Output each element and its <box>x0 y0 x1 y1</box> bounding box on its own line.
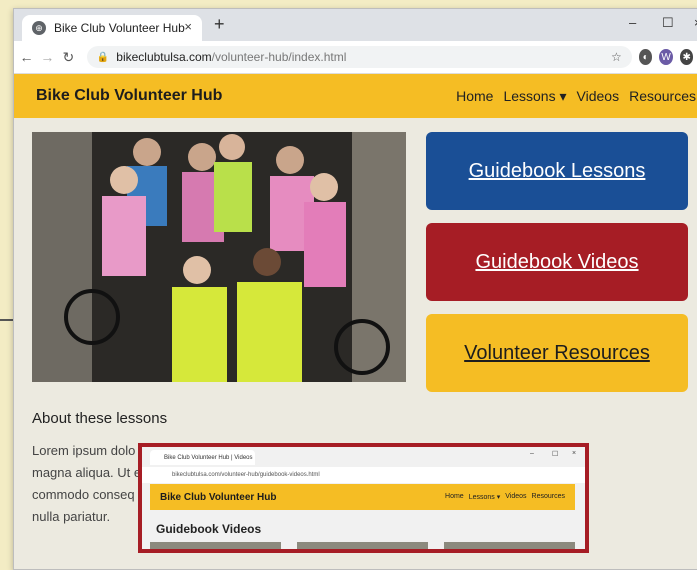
preview-nav-videos: Videos <box>505 493 527 500</box>
videos-page-preview: Bike Club Volunteer Hub | Videos – ☐ × b… <box>138 443 589 553</box>
about-heading: About these lessons <box>32 410 168 427</box>
preview-maximize-icon: ☐ <box>552 451 559 458</box>
reload-icon[interactable]: ↻ <box>60 49 77 66</box>
guidebook-lessons-button[interactable]: Guidebook Lessons <box>426 132 688 210</box>
forward-icon[interactable]: → <box>39 49 56 65</box>
preview-page-title: Guidebook Videos <box>156 522 262 536</box>
puzzle-extensions-icon[interactable]: ✱ <box>679 49 694 65</box>
nav-lessons-dropdown[interactable]: Lessons ▾ <box>503 88 566 105</box>
preview-tab: Bike Club Volunteer Hub | Videos <box>150 450 255 465</box>
back-icon[interactable]: ← <box>18 49 35 65</box>
site-brand[interactable]: Bike Club Volunteer Hub <box>36 87 222 105</box>
preview-navbar: Bike Club Volunteer Hub Home Lessons ▾ V… <box>150 484 575 510</box>
preview-brand: Bike Club Volunteer Hub <box>160 491 277 503</box>
url-path: /volunteer-hub/index.html <box>211 50 347 64</box>
tab-close-button[interactable]: × <box>184 19 192 34</box>
lock-icon: 🔒 <box>96 51 110 63</box>
url-host: bikeclubtulsa.com <box>116 50 212 64</box>
address-bar-row: ← → ↻ 🔒 bikeclubtulsa.com /volunteer-hub… <box>14 41 697 74</box>
preview-nav-lessons: Lessons ▾ <box>468 494 501 501</box>
preview-tab-title: Bike Club Volunteer Hub | Videos <box>164 454 253 461</box>
volunteer-resources-button[interactable]: Volunteer Resources <box>426 314 688 392</box>
bookmark-star-icon[interactable]: ☆ <box>611 50 622 64</box>
site-menu: Home Lessons ▾ Videos Resources <box>456 88 696 105</box>
browser-tab[interactable]: ⊕ Bike Club Volunteer Hub × <box>22 15 202 41</box>
site-navbar: Bike Club Volunteer Hub Home Lessons ▾ V… <box>14 74 697 118</box>
preview-nav-resources: Resources <box>531 493 565 500</box>
guidebook-videos-button[interactable]: Guidebook Videos <box>426 223 688 301</box>
tab-title: Bike Club Volunteer Hub <box>54 21 185 35</box>
new-tab-button[interactable]: + <box>214 14 225 35</box>
volunteer-group-photo <box>32 132 406 382</box>
preview-thumbnail <box>150 542 281 549</box>
nav-home-link[interactable]: Home <box>456 88 493 105</box>
preview-thumbnail <box>444 542 575 549</box>
url-input[interactable]: 🔒 bikeclubtulsa.com /volunteer-hub/index… <box>86 46 632 68</box>
extension-icon-2[interactable]: W <box>659 49 673 65</box>
tab-bar: ⊕ Bike Club Volunteer Hub × + – ☐ × <box>14 9 697 41</box>
extension-icon[interactable]: ◐ <box>638 49 653 65</box>
minimize-button[interactable]: – <box>629 15 636 30</box>
preview-video-thumbnails <box>150 542 575 549</box>
preview-menu: Home Lessons ▾ Videos Resources <box>445 493 565 501</box>
nav-videos-link[interactable]: Videos <box>577 88 620 105</box>
preview-url: bikeclubtulsa.com/volunteer-hub/guideboo… <box>142 467 585 483</box>
preview-minimize-icon: – <box>530 450 534 457</box>
nav-resources-link[interactable]: Resources <box>629 88 696 105</box>
globe-icon: ⊕ <box>32 21 46 35</box>
preview-thumbnail <box>297 542 428 549</box>
maximize-button[interactable]: ☐ <box>662 15 674 31</box>
preview-nav-home: Home <box>445 493 464 500</box>
preview-close-icon: × <box>572 450 577 457</box>
